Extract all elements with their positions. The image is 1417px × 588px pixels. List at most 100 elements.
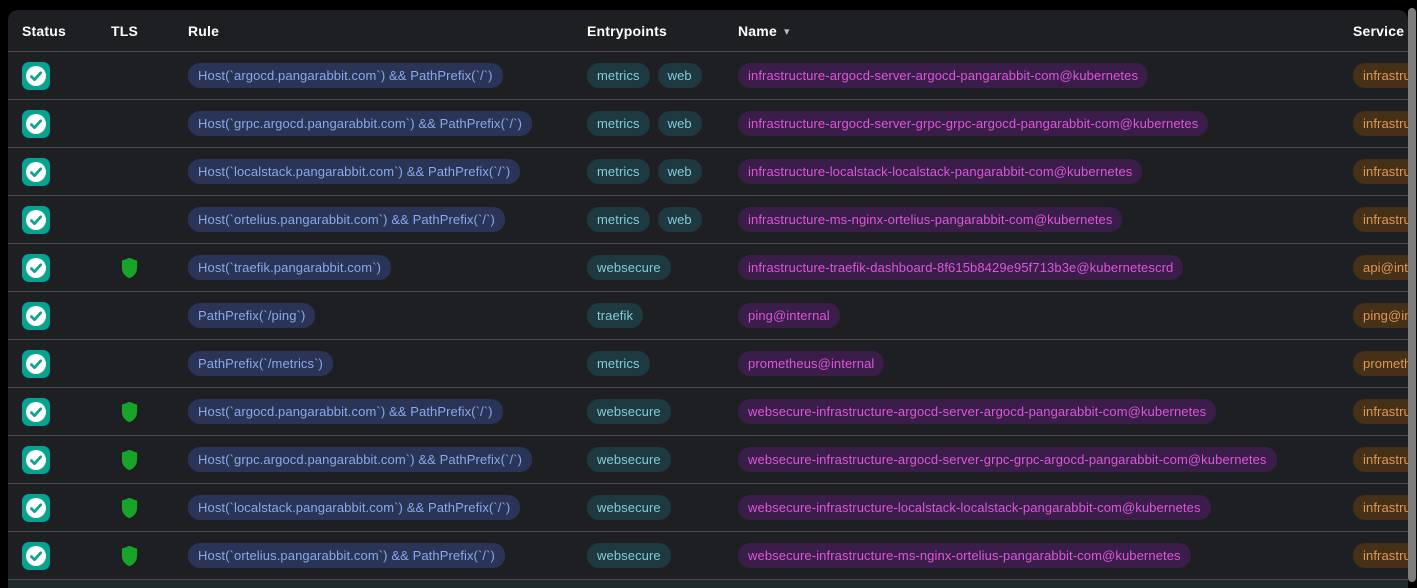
service-badge: infrastru	[1353, 543, 1408, 568]
routers-page: Status TLS Rule Entrypoints Name ▾ Servic…	[0, 0, 1417, 582]
entrypoint-badge: web	[658, 159, 702, 184]
entrypoint-badge: websecure	[587, 447, 671, 472]
table-row[interactable]: PathPrefix(`/ping`) traefik ping@interna…	[8, 292, 1408, 340]
tls-shield-icon	[120, 497, 139, 519]
entrypoints-cell: websecure	[587, 495, 738, 520]
entrypoint-badge: web	[658, 111, 702, 136]
column-header-name[interactable]: Name ▾	[738, 23, 1353, 39]
table-row[interactable]: Host(`ortelius.pangarabbit.com`) && Path…	[8, 532, 1408, 580]
name-badge: infrastructure-argocd-server-argocd-pang…	[738, 63, 1148, 88]
rule-badge: Host(`argocd.pangarabbit.com`) && PathPr…	[188, 399, 503, 424]
service-badge: infrastru	[1353, 207, 1408, 232]
entrypoint-badge: metrics	[587, 351, 650, 376]
entrypoint-badge: web	[658, 207, 702, 232]
status-enabled-icon	[22, 302, 50, 330]
name-badge: websecure-infrastructure-localstack-loca…	[738, 495, 1211, 520]
table-row[interactable]: Host(`grpc.argocd.pangarabbit.com`) && P…	[8, 436, 1408, 484]
tls-shield-icon	[120, 545, 139, 567]
name-badge: websecure-infrastructure-argocd-server-g…	[738, 447, 1277, 472]
column-header-service[interactable]: Service	[1353, 23, 1408, 39]
entrypoint-badge: websecure	[587, 399, 671, 424]
rule-badge: Host(`ortelius.pangarabbit.com`) && Path…	[188, 543, 505, 568]
partial-next-row	[8, 580, 1408, 588]
table-row[interactable]: Host(`grpc.argocd.pangarabbit.com`) && P…	[8, 100, 1408, 148]
table-row[interactable]: Host(`localstack.pangarabbit.com`) && Pa…	[8, 148, 1408, 196]
status-enabled-icon	[22, 158, 50, 186]
column-header-tls[interactable]: TLS	[111, 23, 188, 39]
service-badge: infrastru	[1353, 447, 1408, 472]
table-body: Host(`argocd.pangarabbit.com`) && PathPr…	[8, 52, 1408, 580]
entrypoint-badge: websecure	[587, 495, 671, 520]
service-badge: infrastru	[1353, 159, 1408, 184]
column-header-rule[interactable]: Rule	[188, 23, 587, 39]
entrypoint-badge: metrics	[587, 159, 650, 184]
rule-badge: Host(`grpc.argocd.pangarabbit.com`) && P…	[188, 111, 532, 136]
entrypoint-badge: websecure	[587, 255, 671, 280]
table-header-row: Status TLS Rule Entrypoints Name ▾ Servic…	[8, 10, 1408, 52]
service-badge: infrastru	[1353, 399, 1408, 424]
service-badge: prometh	[1353, 351, 1408, 376]
table-row[interactable]: Host(`localstack.pangarabbit.com`) && Pa…	[8, 484, 1408, 532]
entrypoints-cell: websecure	[587, 255, 738, 280]
entrypoints-cell: websecure	[587, 447, 738, 472]
entrypoint-badge: metrics	[587, 63, 650, 88]
status-enabled-icon	[22, 206, 50, 234]
entrypoints-cell: metricsweb	[587, 63, 738, 88]
name-badge: infrastructure-traefik-dashboard-8f615b8…	[738, 255, 1183, 280]
column-header-status-label: Status	[22, 23, 66, 39]
vertical-scrollbar-thumb[interactable]	[1408, 8, 1416, 582]
entrypoint-badge: traefik	[587, 303, 643, 328]
name-badge: infrastructure-argocd-server-grpc-grpc-a…	[738, 111, 1208, 136]
column-header-tls-label: TLS	[111, 23, 138, 39]
name-badge: websecure-infrastructure-ms-nginx-orteli…	[738, 543, 1191, 568]
name-badge: prometheus@internal	[738, 351, 884, 376]
table-row[interactable]: Host(`traefik.pangarabbit.com`) websecur…	[8, 244, 1408, 292]
entrypoints-cell: websecure	[587, 399, 738, 424]
sort-descending-icon: ▾	[784, 25, 790, 38]
entrypoints-cell: metricsweb	[587, 207, 738, 232]
rule-badge: PathPrefix(`/ping`)	[188, 303, 315, 328]
column-header-rule-label: Rule	[188, 23, 219, 39]
table-row[interactable]: PathPrefix(`/metrics`) metrics prometheu…	[8, 340, 1408, 388]
entrypoints-cell: traefik	[587, 303, 738, 328]
entrypoints-cell: websecure	[587, 543, 738, 568]
table-row[interactable]: Host(`ortelius.pangarabbit.com`) && Path…	[8, 196, 1408, 244]
service-badge: infrastru	[1353, 495, 1408, 520]
column-header-entrypoints[interactable]: Entrypoints	[587, 23, 738, 39]
status-enabled-icon	[22, 62, 50, 90]
service-badge: infrastru	[1353, 111, 1408, 136]
tls-shield-icon	[120, 257, 139, 279]
status-enabled-icon	[22, 110, 50, 138]
column-header-service-label: Service	[1353, 23, 1404, 39]
status-enabled-icon	[22, 350, 50, 378]
name-badge: infrastructure-ms-nginx-ortelius-pangara…	[738, 207, 1122, 232]
entrypoints-cell: metrics web	[587, 159, 738, 184]
column-header-entrypoints-label: Entrypoints	[587, 23, 667, 39]
rule-badge: Host(`grpc.argocd.pangarabbit.com`) && P…	[188, 447, 532, 472]
rule-badge: PathPrefix(`/metrics`)	[188, 351, 333, 376]
service-badge: ping@in	[1353, 303, 1408, 328]
name-badge: infrastructure-localstack-localstack-pan…	[738, 159, 1142, 184]
column-header-name-label: Name	[738, 23, 777, 39]
rule-badge: Host(`ortelius.pangarabbit.com`) && Path…	[188, 207, 505, 232]
rule-badge: Host(`localstack.pangarabbit.com`) && Pa…	[188, 495, 520, 520]
column-header-status[interactable]: Status	[8, 23, 111, 39]
entrypoints-cell: metricsweb	[587, 111, 738, 136]
service-badge: api@int	[1353, 255, 1408, 280]
status-enabled-icon	[22, 398, 50, 426]
table-row[interactable]: Host(`argocd.pangarabbit.com`) && PathPr…	[8, 388, 1408, 436]
entrypoint-badge: websecure	[587, 543, 671, 568]
name-badge: ping@internal	[738, 303, 840, 328]
status-enabled-icon	[22, 446, 50, 474]
service-badge: infrastru	[1353, 63, 1408, 88]
name-badge: websecure-infrastructure-argocd-server-a…	[738, 399, 1216, 424]
tls-shield-icon	[120, 449, 139, 471]
rule-badge: Host(`argocd.pangarabbit.com`) && PathPr…	[188, 63, 503, 88]
http-routers-table: Status TLS Rule Entrypoints Name ▾ Servic…	[8, 10, 1408, 588]
status-enabled-icon	[22, 254, 50, 282]
rule-badge: Host(`traefik.pangarabbit.com`)	[188, 255, 391, 280]
tls-shield-icon	[120, 401, 139, 423]
rule-badge: Host(`localstack.pangarabbit.com`) && Pa…	[188, 159, 520, 184]
table-row[interactable]: Host(`argocd.pangarabbit.com`) && PathPr…	[8, 52, 1408, 100]
entrypoints-cell: metrics	[587, 351, 738, 376]
